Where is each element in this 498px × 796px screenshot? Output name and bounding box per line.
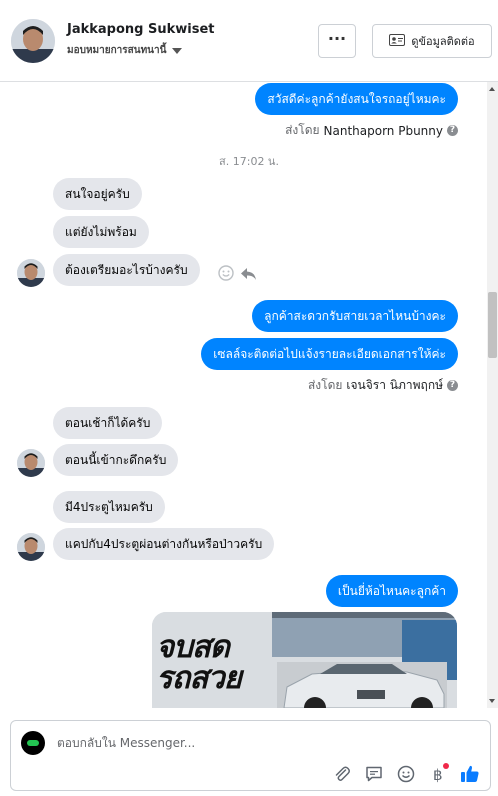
message-bubble-outgoing[interactable]: เป็นยี่ห้อไหนคะลูกค้า [325, 575, 458, 607]
contact-name[interactable]: Jakkapong Sukwiset [67, 22, 215, 37]
message-bubble-incoming[interactable]: แคปกับ4ประตูผ่อนต่างกันหรือป่าวครับ [53, 528, 275, 560]
emoji-icon[interactable] [395, 763, 417, 785]
sent-by-line: ส่งโดย Nanthaporn Pbunny ? [285, 121, 458, 140]
image-overlay-text: จบสด รถสวย [156, 629, 242, 696]
page-avatar [21, 731, 45, 755]
view-contact-info-label: ดูข้อมูลติดต่อ [411, 35, 475, 48]
contact-avatar-small[interactable] [17, 533, 45, 561]
message-bubble-incoming[interactable]: แต่ยังไม่พร้อม [53, 216, 149, 248]
message-bubble-incoming[interactable]: ต้องเตรียมอะไรบ้างครับ [53, 254, 200, 286]
sent-by-prefix: ส่งโดย [285, 123, 320, 137]
reply-arrow-icon[interactable] [240, 266, 257, 285]
contact-avatar-small[interactable] [17, 449, 45, 477]
contact-avatar-small[interactable] [17, 259, 45, 287]
sent-by-prefix: ส่งโดย [307, 378, 343, 392]
image-text-line2: รถสวย [156, 660, 242, 696]
reply-input[interactable] [57, 733, 457, 753]
chevron-down-icon [172, 47, 183, 54]
message-bubble-incoming[interactable]: สนใจอยู่ครับ [53, 178, 142, 210]
paperclip-icon[interactable] [331, 763, 353, 785]
contact-card-icon [389, 33, 406, 49]
assign-label: มอบหมายการสนทนานี้ [67, 45, 167, 56]
notification-dot [443, 763, 449, 769]
message-bubble-outgoing[interactable]: ลูกค้าสะดวกรับสายเวลาไหนบ้างคะ [252, 300, 458, 332]
view-contact-info-button[interactable]: ดูข้อมูลติดต่อ [372, 24, 492, 58]
message-thread[interactable]: สวัสดีค่ะลูกค้ายังสนใจรถอยู่ไหมคะ ส่งโดย… [0, 82, 498, 708]
sent-by-line: ส่งโดย เจนจิรา นิภาพฤกษ์ ? [308, 376, 458, 395]
thumbs-up-icon[interactable] [459, 763, 481, 785]
svg-text:฿: ฿ [433, 766, 443, 783]
assign-conversation-dropdown[interactable]: มอบหมายการสนทนานี้ [67, 43, 183, 58]
message-bubble-outgoing[interactable]: เซลล์จะติดต่อไปแจ้งรายละเอียดเอกสารให้ค่… [201, 338, 458, 370]
message-bubble-outgoing[interactable]: สวัสดีค่ะลูกค้ายังสนใจรถอยู่ไหมคะ [255, 83, 458, 115]
reply-composer[interactable]: ฿ [10, 720, 491, 791]
page-logo-icon [27, 740, 39, 746]
thread-scrollbar[interactable] [487, 82, 498, 708]
sent-by-name: Nanthaporn Pbunny [323, 123, 443, 138]
composer-area: ฿ [0, 708, 498, 796]
conversation-header: Jakkapong Sukwiset มอบหมายการสนทนานี้ ··… [0, 0, 498, 82]
timestamp: ส. 17:02 น. [219, 155, 279, 168]
image-text-line1: จบสด [156, 629, 230, 665]
smiley-icon[interactable] [218, 265, 234, 285]
contact-avatar[interactable] [11, 19, 55, 63]
message-bubble-incoming[interactable]: ตอนนี้เข้ากะดึกครับ [53, 444, 179, 476]
message-bubble-incoming[interactable]: มี4ประตูไหมครับ [53, 491, 165, 523]
chat-bubble-icon[interactable] [363, 763, 385, 785]
scroll-down-arrow-icon[interactable] [489, 699, 495, 703]
message-bubble-incoming[interactable]: ตอนเช้าก็ได้ครับ [53, 407, 163, 439]
question-circle-icon[interactable]: ? [447, 380, 458, 391]
more-options-button[interactable]: ··· [318, 24, 356, 58]
baht-icon[interactable]: ฿ [427, 763, 449, 785]
question-circle-icon[interactable]: ? [447, 125, 458, 136]
image-attachment[interactable]: จบสด รถสวย [152, 612, 457, 708]
scroll-up-arrow-icon[interactable] [489, 87, 495, 91]
sent-by-name: เจนจิรา นิภาพฤกษ์ [346, 378, 443, 392]
more-dots-icon: ··· [327, 29, 347, 48]
scrollbar-thumb[interactable] [488, 292, 497, 358]
